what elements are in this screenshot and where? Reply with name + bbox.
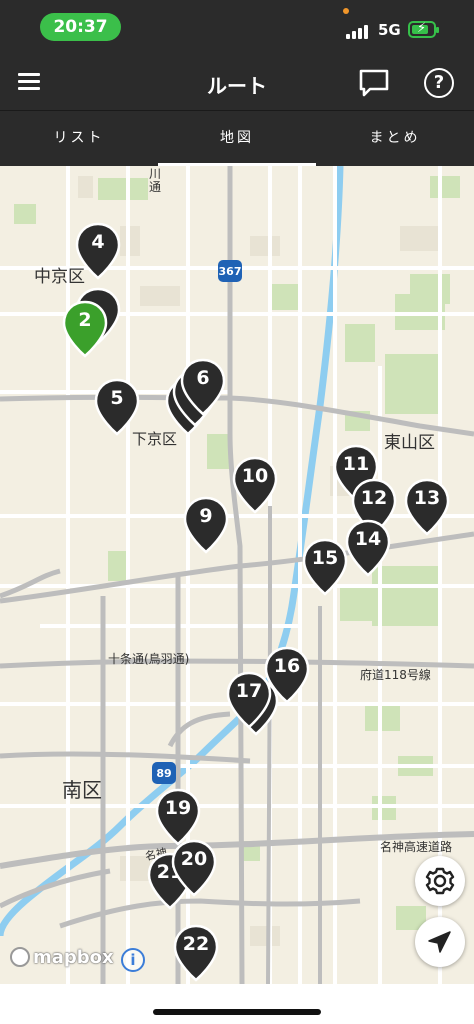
- route-367-shield: 367: [218, 265, 242, 278]
- signal-icon: [346, 23, 372, 39]
- battery-charging-icon: ⚡: [408, 21, 439, 38]
- chat-bubble-icon[interactable]: [358, 68, 390, 98]
- road-label-kawa: 川通: [149, 167, 162, 194]
- pin-number: 11: [342, 453, 370, 475]
- app-header: ルート ?: [0, 56, 474, 110]
- route-pin-selected[interactable]: 2: [62, 300, 108, 358]
- pin-number: 22: [182, 933, 210, 955]
- road-label-jujo: 十条通(鳥羽通): [108, 652, 190, 666]
- pin-number: 6: [196, 367, 210, 389]
- location-arrow-icon: [428, 931, 451, 953]
- map-base: [0, 166, 474, 984]
- route-pin[interactable]: 5: [94, 378, 140, 436]
- tab-bar: リスト 地図 まとめ: [0, 110, 474, 167]
- route-pin[interactable]: 22: [173, 924, 219, 982]
- help-icon[interactable]: ?: [424, 68, 454, 98]
- tab-map[interactable]: 地図: [158, 111, 316, 167]
- pin-number: 20: [180, 848, 208, 870]
- route-pin[interactable]: 20: [171, 839, 217, 897]
- pin-number: 9: [199, 505, 213, 527]
- route-pin[interactable]: 6: [180, 358, 226, 416]
- tab-summary[interactable]: まとめ: [316, 111, 474, 167]
- route-pin[interactable]: 14: [345, 519, 391, 577]
- page-title: ルート: [207, 74, 267, 98]
- mapbox-text: mapbox: [33, 947, 114, 968]
- privacy-indicator-dot: [343, 8, 349, 14]
- pin-number: 5: [110, 387, 124, 409]
- road-label-fudo118: 府道118号線: [360, 668, 431, 682]
- route-pin[interactable]: 9: [183, 496, 229, 554]
- route-pin[interactable]: 13: [404, 478, 450, 536]
- area-label-minami: 南区: [62, 778, 102, 802]
- pin-number: 4: [91, 231, 105, 253]
- route-pin[interactable]: 19: [155, 788, 201, 846]
- pin-number: 17: [235, 680, 263, 702]
- gear-icon: [425, 867, 455, 895]
- pin-number: 15: [311, 547, 339, 569]
- locate-me-button[interactable]: [415, 917, 465, 967]
- area-label-higashiyama: 東山区: [384, 433, 435, 453]
- tab-list[interactable]: リスト: [0, 111, 158, 167]
- route-pin[interactable]: 4: [75, 222, 121, 280]
- pin-number: 12: [360, 487, 388, 509]
- home-indicator[interactable]: [153, 1009, 321, 1015]
- pin-number: 14: [354, 528, 382, 550]
- route-pin[interactable]: 15: [302, 538, 348, 596]
- pin-number: 2: [78, 309, 92, 331]
- road-label-meishin-expressway: 名神高速道路: [380, 840, 453, 854]
- network-type: 5G: [378, 21, 401, 39]
- mapbox-logo: mapbox: [10, 947, 114, 968]
- pin-number: 13: [413, 487, 441, 509]
- status-bar: 20:37 5G ⚡: [0, 0, 474, 56]
- info-icon[interactable]: i: [121, 948, 145, 972]
- pin-number: 10: [241, 465, 269, 487]
- route-89-shield: 89: [156, 767, 172, 780]
- settings-button[interactable]: [415, 856, 465, 906]
- home-indicator-area: [0, 984, 474, 1024]
- mapbox-mark-icon: [10, 947, 30, 967]
- map-view[interactable]: 367 89 川通 中京区 下京区 東山区 十条通(鳥羽通) 府道118号線 南…: [0, 166, 474, 984]
- pin-number: 19: [164, 797, 192, 819]
- route-pin[interactable]: 17: [226, 671, 272, 729]
- status-time: 20:37: [40, 13, 121, 41]
- route-pin[interactable]: 10: [232, 456, 278, 514]
